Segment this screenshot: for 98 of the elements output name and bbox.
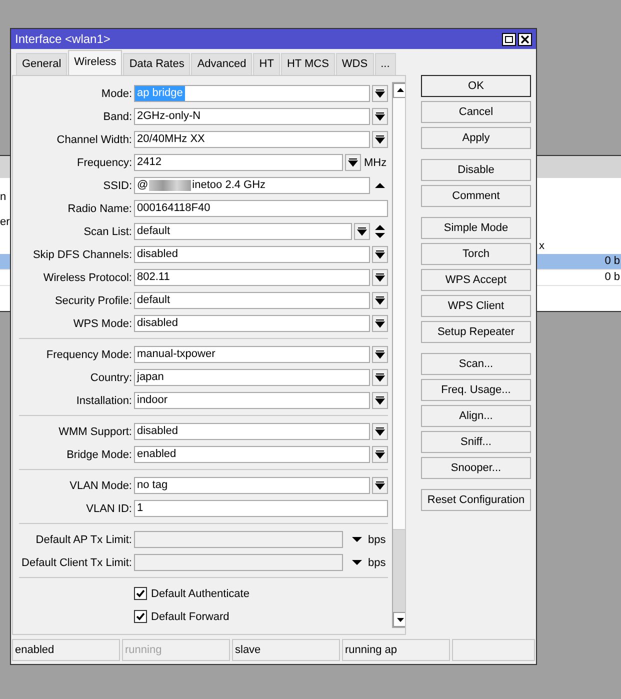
field-label: Default Client Tx Limit: <box>20 556 133 568</box>
dropdown-field[interactable]: no tag <box>134 477 370 494</box>
field-label: Frequency Mode: <box>45 348 133 360</box>
close-icon[interactable] <box>518 32 532 46</box>
field-label: Wireless Protocol: <box>42 272 133 284</box>
scroll-up-icon[interactable] <box>393 83 405 98</box>
tab[interactable]: Advanced <box>191 53 252 75</box>
field-label: Bridge Mode: <box>66 448 133 460</box>
maximize-icon[interactable] <box>502 32 516 46</box>
field-label: Channel Width: <box>56 134 133 146</box>
input-field[interactable] <box>134 554 343 571</box>
dropdown-icon[interactable] <box>372 369 388 386</box>
dialog-button[interactable]: WPS Accept <box>421 269 531 291</box>
input-field[interactable] <box>134 531 343 548</box>
field-label: Default AP Tx Limit: <box>34 534 133 546</box>
scrollbar[interactable] <box>392 82 405 628</box>
field-label: Scan List: <box>82 226 133 238</box>
dropdown-icon[interactable] <box>372 108 388 125</box>
tab[interactable]: WDS <box>336 53 374 75</box>
checkbox-label: Default Forward <box>151 610 230 622</box>
dialog-button[interactable]: Setup Repeater <box>421 321 531 343</box>
field-label: Mode: <box>100 88 133 100</box>
dropdown-field[interactable]: disabled <box>134 315 370 332</box>
status-cell: running <box>122 639 230 661</box>
dropdown-icon[interactable] <box>372 423 388 440</box>
dialog-button[interactable]: Comment <box>421 185 531 207</box>
dropdown-icon[interactable] <box>372 131 388 148</box>
dialog-button[interactable]: Reset Configuration <box>421 489 531 511</box>
checkbox-label: Default Authenticate <box>151 588 250 600</box>
field-label: Radio Name: <box>66 202 133 214</box>
ssid-field[interactable]: @ inetoo 2.4 GHz <box>134 177 370 194</box>
dialog-button[interactable]: Disable <box>421 159 531 181</box>
dropdown-field[interactable]: disabled <box>134 423 370 440</box>
dropdown-icon[interactable] <box>372 269 388 286</box>
dropdown-field[interactable]: enabled <box>134 446 370 463</box>
column-text: er <box>0 216 10 228</box>
dropdown-icon[interactable] <box>372 292 388 309</box>
tab[interactable]: HT MCS <box>280 53 335 75</box>
field-label: Band: <box>102 110 133 122</box>
dropdown-field[interactable]: 20/40MHz XX <box>134 131 370 148</box>
dropdown-icon[interactable] <box>354 223 370 240</box>
dialog-button[interactable]: Scan... <box>421 353 531 375</box>
dropdown-field[interactable]: manual-txpower <box>134 346 370 363</box>
input-field[interactable]: 000164118F40 <box>134 200 388 217</box>
dropdown-field[interactable]: japan <box>134 369 370 386</box>
dialog-button[interactable]: Apply <box>421 127 531 149</box>
field-label: WPS Mode: <box>72 318 133 330</box>
checkbox[interactable] <box>134 587 147 600</box>
tab[interactable]: General <box>16 53 68 75</box>
dropdown-icon[interactable] <box>372 85 388 102</box>
tab[interactable]: Wireless <box>68 50 122 75</box>
tab[interactable]: Data Rates <box>123 53 190 75</box>
field-label: SSID: <box>102 180 133 192</box>
dropdown-field[interactable]: 2412 <box>134 154 343 171</box>
dropdown-field[interactable]: 2GHz-only-N <box>134 108 370 125</box>
field-label: WMM Support: <box>58 426 133 438</box>
status-cell: running ap <box>342 639 450 661</box>
field-label: Skip DFS Channels: <box>32 248 133 260</box>
field-label: Frequency: <box>76 156 133 168</box>
field-label: Installation: <box>75 394 133 406</box>
dropdown-icon[interactable] <box>345 154 361 171</box>
dropdown-icon[interactable] <box>372 392 388 409</box>
dialog-button[interactable]: Sniff... <box>421 431 531 453</box>
unit-label: MHz <box>364 156 387 168</box>
dialog-button[interactable]: OK <box>421 75 531 97</box>
dropdown-field[interactable]: default <box>134 292 370 309</box>
dialog-button[interactable]: Simple Mode <box>421 217 531 239</box>
status-cell: enabled <box>12 639 120 661</box>
tab[interactable]: ... <box>374 53 396 75</box>
dropdown-field[interactable]: disabled <box>134 246 370 263</box>
field-label: VLAN Mode: <box>68 480 133 492</box>
unit-label: bps <box>368 534 386 546</box>
unit-label: bps <box>368 556 386 568</box>
window-title: Interface <wlan1> <box>15 32 110 46</box>
dialog-button[interactable]: Cancel <box>421 101 531 123</box>
scroll-down-icon[interactable] <box>393 612 405 627</box>
column-header: x <box>539 240 544 252</box>
dropdown-icon[interactable] <box>372 446 388 463</box>
dropdown-icon[interactable] <box>372 315 388 332</box>
field-label: Country: <box>89 372 133 384</box>
input-field[interactable]: 1 <box>134 500 388 517</box>
dialog-button[interactable]: WPS Client <box>421 295 531 317</box>
dialog-button[interactable]: Align... <box>421 405 531 427</box>
field-label: Security Profile: <box>54 294 133 306</box>
dropdown-icon[interactable] <box>372 477 388 494</box>
field-label: VLAN ID: <box>85 502 133 514</box>
dropdown-field[interactable]: 802.11 <box>134 269 370 286</box>
tab[interactable]: HT <box>253 53 280 75</box>
dropdown-field[interactable]: default <box>134 223 352 240</box>
column-text: n <box>0 191 6 203</box>
dropdown-field[interactable]: indoor <box>134 392 370 409</box>
dropdown-icon[interactable] <box>372 246 388 263</box>
status-cell: slave <box>232 639 340 661</box>
dropdown-icon[interactable] <box>372 346 388 363</box>
dialog-button[interactable]: Freq. Usage... <box>421 379 531 401</box>
checkbox[interactable] <box>134 610 147 623</box>
dialog-button[interactable]: Torch <box>421 243 531 265</box>
dialog-button[interactable]: Snooper... <box>421 457 531 479</box>
